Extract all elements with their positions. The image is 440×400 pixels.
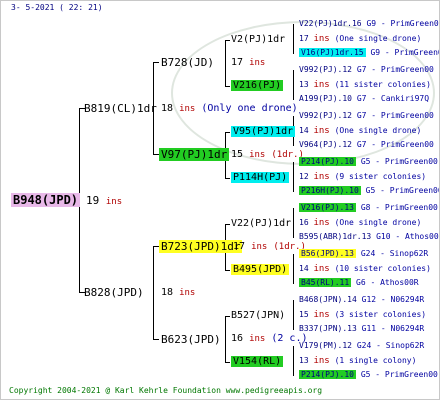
- bracket-gen3: [293, 24, 294, 54]
- gen2-drone-info-1: 17 ins: [231, 57, 266, 68]
- bracket-gen3: [293, 254, 294, 284]
- gen4-ancestor[interactable]: P214(PJ).10 G5 - PrimGreen00: [299, 370, 438, 380]
- gen4-drone-info: 15 ins (3 sister colonies): [299, 310, 427, 320]
- gen4-ancestor[interactable]: V16(PJ)1dr.15 G9 - PrimGreen00: [299, 48, 439, 58]
- gen4-ancestor[interactable]: B595(ABR)1dr.13 G10 - Athos00R: [299, 232, 439, 242]
- gen4-ancestor[interactable]: B337(JPN).13 G11 - N06294R: [299, 324, 424, 334]
- gen3-queen-7[interactable]: B527(JPN): [231, 310, 285, 322]
- gen4-ancestor[interactable]: V992(PJ).12 G7 - PrimGreen00: [299, 111, 434, 121]
- gen1-queen-2[interactable]: B828(JPD): [84, 286, 144, 299]
- connector: [153, 62, 159, 63]
- gen2-drone-info-4: 16 ins (2 c.): [231, 333, 308, 344]
- bracket-gen3: [293, 208, 294, 238]
- connector: [225, 132, 230, 133]
- gen4-ancestor[interactable]: V22(PJ)1dr.16 G9 - PrimGreen00: [299, 19, 439, 29]
- connector: [225, 316, 230, 317]
- bracket-gen2: [225, 316, 226, 362]
- gen3-queen-3[interactable]: V95(PJ)1dr: [231, 126, 296, 138]
- date-stamp: 3- 5-2021 ( 22: 21): [11, 3, 103, 12]
- gen4-drone-info: 13 ins (1 single colony): [299, 356, 417, 366]
- gen4-ancestor[interactable]: B468(JPN).14 G12 - N06294R: [299, 295, 424, 305]
- gen1-drone-info-1: 18 ins (Only one drone): [161, 103, 298, 114]
- gen4-ancestor[interactable]: V992(PJ).12 G7 - PrimGreen00: [299, 65, 434, 75]
- bracket-gen3: [293, 346, 294, 376]
- gen4-ancestor[interactable]: B56(JPD).13 G24 - Sinop62R: [299, 249, 428, 259]
- gen3-queen-1[interactable]: V2(PJ)1dr: [231, 34, 285, 46]
- copyright-footer: Copyright 2004-2021 @ Karl Kehrle Founda…: [9, 386, 323, 395]
- connector: [153, 339, 159, 340]
- bracket-gen3: [293, 300, 294, 330]
- gen3-queen-8[interactable]: V154(RL): [231, 356, 284, 368]
- bracket-gen3: [293, 70, 294, 100]
- gen4-ancestor[interactable]: V216(PJ).13 G8 - PrimGreen00: [299, 203, 438, 213]
- bracket-gen2: [225, 40, 226, 86]
- connector: [225, 270, 230, 271]
- bracket-gen3: [293, 162, 294, 192]
- gen4-ancestor[interactable]: A199(PJ).10 G7 - Cankiri97Q: [299, 94, 429, 104]
- gen1-queen-1[interactable]: B819(CL)1dr: [84, 102, 157, 115]
- gen4-ancestor[interactable]: V179(PM).12 G24 - Sinop62R: [299, 341, 424, 351]
- gen3-queen-2[interactable]: V216(PJ): [231, 80, 284, 92]
- connector: [225, 178, 230, 179]
- bracket-gen1-b: [153, 246, 154, 339]
- connector: [225, 224, 230, 225]
- root-queen[interactable]: B948(JPD): [11, 193, 81, 208]
- gen4-ancestor[interactable]: B45(RL).11 G6 - Athos00R: [299, 278, 419, 288]
- connector: [225, 362, 230, 363]
- connector: [225, 86, 230, 87]
- gen2-queen-3[interactable]: B723(JPD)1dr: [159, 240, 243, 253]
- gen4-drone-info: 14 ins (One single drone): [299, 126, 422, 136]
- gen4-drone-info: 12 ins (9 sister colonies): [299, 172, 427, 182]
- gen4-drone-info: 13 ins (11 sister colonies): [299, 80, 431, 90]
- gen4-drone-info: 14 ins (10 sister colonies): [299, 264, 431, 274]
- gen4-ancestor[interactable]: V964(PJ).12 G7 - PrimGreen00: [299, 140, 434, 150]
- gen2-drone-info-3: 17 ins (1dr.): [233, 241, 306, 252]
- gen1-drone-info-2: 18 ins: [161, 287, 196, 298]
- gen2-queen-2[interactable]: V97(PJ)1dr: [159, 148, 230, 161]
- gen3-queen-4[interactable]: P114H(PJ): [231, 172, 290, 184]
- pedigree-chart: 3- 5-2021 ( 22: 21) B948(JPD) 19 ins B81…: [0, 0, 440, 400]
- gen4-ancestor[interactable]: P216H(PJ).10 G5 - PrimGreen00: [299, 186, 439, 196]
- gen3-queen-6[interactable]: B495(JPD): [231, 264, 290, 276]
- root-drone-count: 19 ins: [86, 194, 123, 207]
- gen2-drone-info-2: 15 ins (1dr.): [231, 149, 304, 160]
- gen4-ancestor[interactable]: P214(PJ).10 G5 - PrimGreen00: [299, 157, 438, 167]
- root-queen-label: B948(JPD): [11, 193, 81, 207]
- gen2-queen-1[interactable]: B728(JD): [161, 56, 214, 69]
- gen4-drone-info: 16 ins (One single drone): [299, 218, 422, 228]
- connector: [225, 40, 230, 41]
- gen2-queen-4[interactable]: B623(JPD): [161, 333, 221, 346]
- gen4-drone-info: 17 ins (One single drone): [299, 34, 422, 44]
- gen3-queen-5[interactable]: V22(PJ)1dr: [231, 218, 291, 230]
